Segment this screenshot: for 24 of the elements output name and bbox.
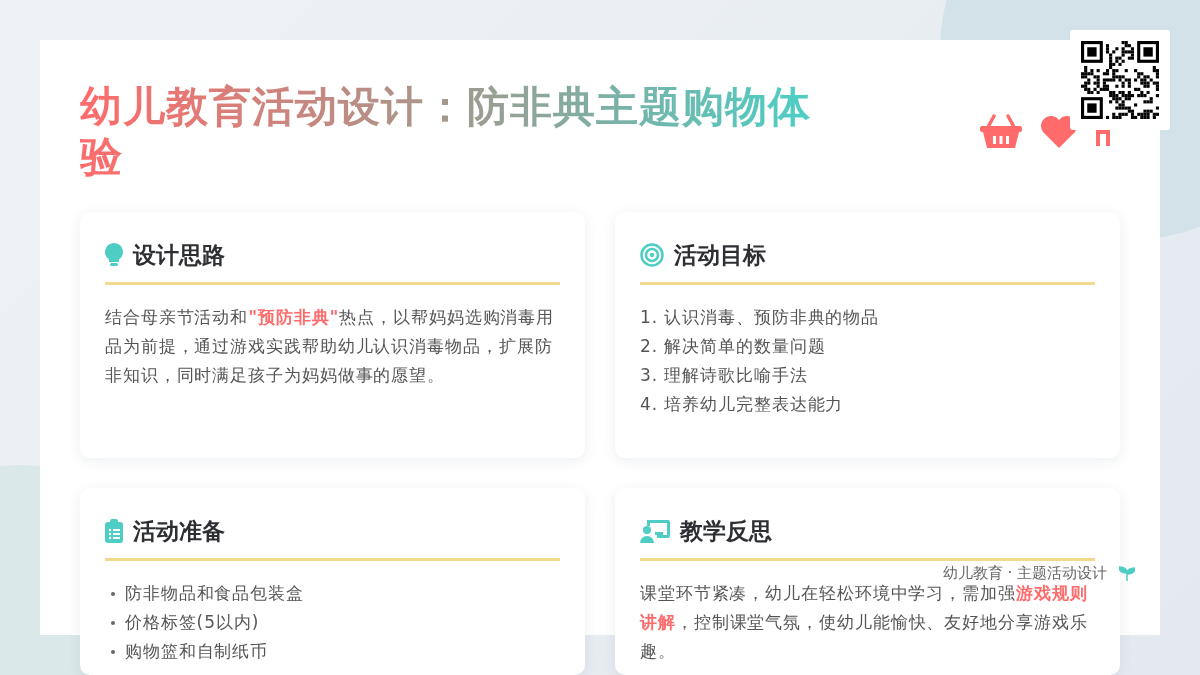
- card-heading: 活动目标: [674, 241, 766, 270]
- clipboard-icon: [105, 519, 123, 543]
- basket-icon: [980, 114, 1022, 148]
- heart-icon: [1040, 114, 1078, 148]
- list-item: 4. 培养幼儿完整表达能力: [640, 393, 845, 416]
- bullet-icon: [111, 591, 115, 596]
- list-item: 价格标签(5以内): [125, 611, 260, 634]
- lightbulb-icon: [105, 243, 123, 267]
- card-heading: 教学反思: [680, 517, 772, 546]
- list-item: 购物篮和自制纸币: [125, 640, 269, 663]
- list-item: 1. 认识消毒、预防非典的物品: [640, 306, 881, 329]
- sprout-icon: [1119, 565, 1135, 581]
- card-text: 结合母亲节活动和"预防非典"热点，以帮妈妈选购消毒用品为前提，通过游戏实践帮助幼儿认识消毒物品，扩展防非知识，同时满足孩子为妈妈做事的愿望。: [105, 306, 556, 387]
- target-icon: [640, 243, 664, 267]
- bullet-icon: [111, 620, 115, 625]
- card-text: 课堂环节紧凑，幼儿在轻松环境中学习，需加强游戏规则讲解，控制课堂气氛，使幼儿能愉快、友好地分享游戏乐趣。: [640, 582, 1089, 663]
- bullet-icon: [111, 649, 115, 654]
- list-item: 2. 解决简单的数量问题: [640, 335, 827, 358]
- teacher-icon: [640, 519, 670, 543]
- list-item: 3. 理解诗歌比喻手法: [640, 364, 809, 387]
- card-heading: 设计思路: [133, 241, 225, 270]
- footer-text: 幼儿教育 · 主题活动设计: [942, 564, 1107, 582]
- card-heading: 活动准备: [133, 517, 225, 546]
- list-item: 防非物品和食品包装盒: [125, 582, 304, 605]
